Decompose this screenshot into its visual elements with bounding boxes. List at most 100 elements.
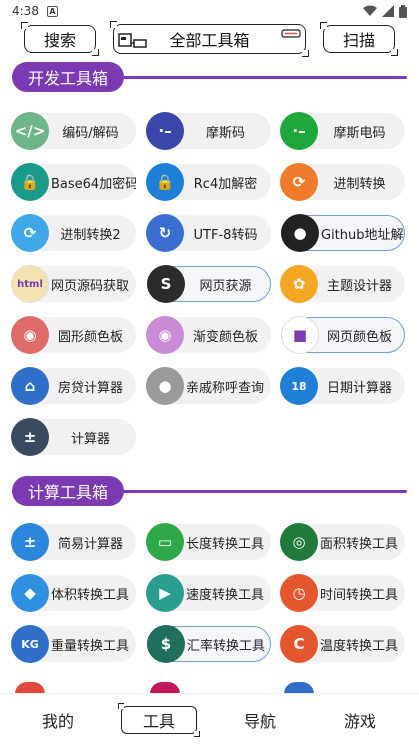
tool-label: 房贷计算器 xyxy=(57,380,123,396)
tool-button[interactable]: ± 简易计算器 xyxy=(11,523,136,561)
person-icon: ● xyxy=(146,367,184,405)
tool-button[interactable]: ⟳ 进制转换 xyxy=(280,163,405,201)
section-title: 开发工具箱 xyxy=(12,62,125,92)
tool-button[interactable]: ✿ 主题设计器 xyxy=(280,265,405,303)
tool-label: 编码/解码 xyxy=(62,125,119,141)
tool-button[interactable]: ◉ 圆形颜色板 xyxy=(11,316,136,354)
tool-button[interactable]: ↻ UTF-8转码 xyxy=(146,214,271,252)
tool-label: Github地址解... xyxy=(321,227,404,243)
tool-label: 渐变颜色板 xyxy=(192,329,258,345)
html-icon: html xyxy=(11,265,49,303)
tool-label: Rc4加解密 xyxy=(193,176,258,192)
tool-button[interactable]: ·– 摩斯电码 xyxy=(280,112,405,150)
title-decoration-icon xyxy=(118,33,147,48)
wifi-icon xyxy=(363,5,377,16)
nav-games[interactable]: 游戏 xyxy=(320,706,400,734)
gradient-square-icon: ■ xyxy=(281,316,319,354)
tool-label: 摩斯码 xyxy=(205,125,245,141)
tool-button[interactable]: $ 汇率转换工具 xyxy=(147,625,271,663)
tool-button[interactable]: html 网页源码获取 xyxy=(11,265,136,303)
color-wheel-icon: ◉ xyxy=(146,316,184,354)
nav-games-label: 游戏 xyxy=(343,712,376,731)
status-bar: 4:38 A xyxy=(0,0,419,22)
nav-guide-label: 导航 xyxy=(243,712,276,731)
title-decoration-icon xyxy=(281,29,301,38)
tool-label: 体积转换工具 xyxy=(51,587,130,603)
tool-button[interactable]: ■ 网页颜色板 xyxy=(281,316,405,354)
notification-icon: A xyxy=(46,5,58,17)
tool-button[interactable]: ●Github地址解... xyxy=(281,214,405,252)
tool-button[interactable]: ⟳ 进制转换2 xyxy=(11,214,136,252)
ruler-icon: ▭ xyxy=(146,523,184,561)
tool-label: 亲戚称呼查询 xyxy=(186,380,265,396)
tool-label: 圆形颜色板 xyxy=(57,329,123,345)
tool-label: 长度转换工具 xyxy=(186,536,265,552)
tool-label: 速度转换工具 xyxy=(186,587,265,603)
nav-mine[interactable]: 我的 xyxy=(18,706,98,734)
truck-icon: ▶ xyxy=(146,574,184,612)
tool-button[interactable]: </> 编码/解码 xyxy=(11,112,136,150)
tool-button[interactable]: ± 计算器 xyxy=(11,418,136,456)
house-icon: ⌂ xyxy=(11,367,49,405)
calendar-icon: 18 xyxy=(280,367,318,405)
tool-label: 汇率转换工具 xyxy=(187,638,266,654)
search-button[interactable]: 搜索 xyxy=(21,22,99,56)
page-title: 全部工具箱 xyxy=(110,21,309,57)
tool-button[interactable]: ▶ 速度转换工具 xyxy=(146,574,271,612)
tool-button[interactable]: KG 重量转换工具 xyxy=(11,625,136,663)
tool-label: 温度转换工具 xyxy=(320,638,399,654)
top-bar: 搜索 全部工具箱 扫描 xyxy=(0,21,419,57)
code-icon: </> xyxy=(11,112,49,150)
refresh-icon: ⟳ xyxy=(280,163,318,201)
tool-label: 时间转换工具 xyxy=(320,587,399,603)
tool-label: 摩斯电码 xyxy=(333,125,386,141)
palette-icon: ✿ xyxy=(280,265,318,303)
tool-button[interactable]: S 网页获源 xyxy=(147,265,271,303)
tool-button[interactable]: ·– 摩斯码 xyxy=(146,112,271,150)
nav-guide[interactable]: 导航 xyxy=(220,706,300,734)
search-button-label: 搜索 xyxy=(43,31,76,50)
tool-button[interactable]: ● 亲戚称呼查询 xyxy=(146,367,271,405)
s-logo-icon: S xyxy=(147,265,185,303)
tool-label: 主题设计器 xyxy=(326,278,392,294)
dot-dash-icon: ·– xyxy=(280,112,318,150)
cycle-icon: ↻ xyxy=(146,214,184,252)
tool-button[interactable]: 18 日期计算器 xyxy=(280,367,405,405)
lock-icon: 🔒 xyxy=(146,163,184,201)
status-time: 4:38 xyxy=(12,4,39,18)
dot-dash-icon: ·– xyxy=(146,112,184,150)
tool-button[interactable]: 🔒 Base64加密码 xyxy=(11,163,136,201)
scan-button-label: 扫描 xyxy=(342,31,375,50)
tool-button[interactable]: C 温度转换工具 xyxy=(280,625,405,663)
tool-button[interactable]: ◉ 渐变颜色板 xyxy=(146,316,271,354)
tool-label: UTF-8转码 xyxy=(193,227,258,243)
refresh-icon: ⟳ xyxy=(11,214,49,252)
tool-label: 网页颜色板 xyxy=(326,329,392,345)
section-header-calc: 计算工具箱 xyxy=(12,476,125,506)
tool-button[interactable]: 🔒 Rc4加解密 xyxy=(146,163,271,201)
scan-button[interactable]: 扫描 xyxy=(320,22,398,56)
color-wheel-icon: ◉ xyxy=(11,316,49,354)
tool-label: 计算器 xyxy=(70,431,110,447)
tool-label: 简易计算器 xyxy=(57,536,123,552)
section-header-dev: 开发工具箱 xyxy=(12,62,125,92)
tool-label: 进制转换 xyxy=(333,176,386,192)
tool-label: Base64加密码 xyxy=(51,176,136,192)
nav-tools[interactable]: 工具 xyxy=(118,703,200,737)
money-icon: $ xyxy=(147,625,185,663)
tool-label: 进制转换2 xyxy=(60,227,121,243)
lock-icon: 🔒 xyxy=(11,163,49,201)
tool-label: 面积转换工具 xyxy=(320,536,399,552)
tool-button[interactable]: ⌂ 房贷计算器 xyxy=(11,367,136,405)
tool-button[interactable]: ◆ 体积转换工具 xyxy=(11,574,136,612)
tool-label: 网页获源 xyxy=(199,278,252,294)
section-title: 计算工具箱 xyxy=(12,476,125,506)
calculator-icon: ± xyxy=(11,418,49,456)
section-divider xyxy=(112,76,407,79)
tool-button[interactable]: ◷ 时间转换工具 xyxy=(280,574,405,612)
tool-label: 日期计算器 xyxy=(326,380,392,396)
tool-button[interactable]: ◎ 面积转换工具 xyxy=(280,523,405,561)
page-title-text: 全部工具箱 xyxy=(169,31,250,50)
tool-button[interactable]: ▭ 长度转换工具 xyxy=(146,523,271,561)
weight-icon: KG xyxy=(11,625,49,663)
